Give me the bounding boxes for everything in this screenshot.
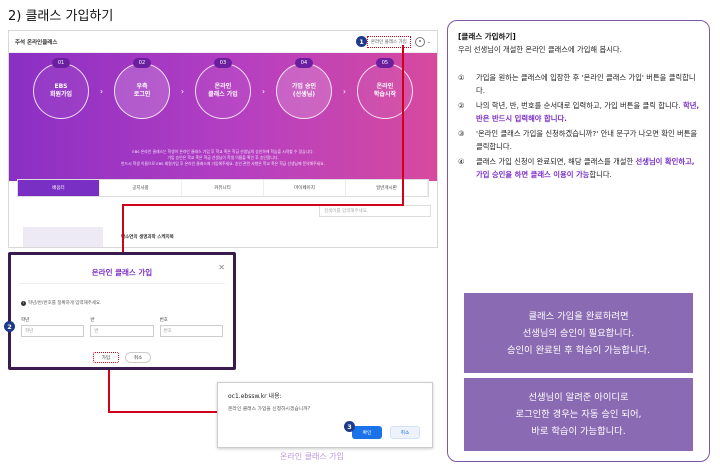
class-input[interactable]: 반 — [90, 325, 154, 337]
connector-line — [108, 411, 218, 413]
list-item: ② 나의 학년, 반, 번호를 순서대로 입력하고, 가입 버튼을 클릭 합니다… — [458, 101, 700, 123]
instruction-panel: [클래스 가입하기] 우리 선생님이 개설한 온라인 클래스에 가입해 봅시다.… — [447, 20, 710, 462]
class-thumbnail — [23, 227, 103, 247]
join-class-modal: 온라인 클래스 가입 ✕ ! 학년/반/번호를 정확하게 입력해주세요. 학년 … — [8, 252, 236, 370]
list-item: ④ 클래스 가입 신청이 완료되면, 해당 클래스를 개설한 선생님이 확인하고… — [458, 157, 695, 179]
background-text: 온라인 클래스 가입 — [280, 452, 344, 461]
section-heading: 2) 클래스 가입하기 — [8, 9, 114, 24]
modal-buttons: 가입 취소 — [11, 352, 233, 363]
guide-page: 2) 클래스 가입하기 주석 온라인클래스 온라인 클래스 가입 ⌄ 01 EB… — [0, 0, 720, 467]
step-list: ① 가입을 원하는 클래스에 입장한 후 '온라인 클래스 가입' 버튼을 클릭… — [458, 71, 701, 183]
join-class-link[interactable]: 온라인 클래스 가입 — [366, 35, 411, 48]
callout-2: 2 — [4, 321, 15, 332]
confirm-title: oc1.ebssw.kr 내용: — [228, 393, 282, 400]
tab-learning[interactable]: 배움터 — [18, 180, 100, 196]
panel-title: [클래스 가입하기] — [458, 32, 516, 41]
info-icon: ! — [21, 300, 26, 306]
banner-steps: 01 EBS 회원가입 › 02 우측 로그인 › 03 온라인 클래스 가입 … — [33, 58, 413, 119]
top-bar: 주석 온라인클래스 온라인 클래스 가입 ⌄ — [9, 31, 437, 53]
confirm-cancel-button[interactable]: 취소 — [390, 426, 420, 439]
grade-input[interactable]: 학년 — [21, 325, 85, 337]
panel-intro: 우리 선생님이 개설한 온라인 클래스에 가입해 봅시다. — [458, 45, 622, 54]
class-tabs: 배움터 공지사항 커뮤니티 마이페이지 일반게시판 — [17, 179, 429, 197]
close-icon[interactable]: ✕ — [218, 263, 225, 272]
confirm-dialog: oc1.ebssw.kr 내용: 온라인 클래스 가입을 신청하시겠습니까? 확… — [217, 382, 433, 448]
banner-step: 03 온라인 클래스 가입 — [194, 58, 251, 119]
callout-3: 3 — [344, 421, 355, 432]
number-field: 번호 번호 — [159, 317, 223, 337]
connector-line — [402, 45, 404, 205]
approval-note: 클래스 가입을 완료하려면 선생님의 승인이 필요합니다. 승인이 완료된 후 … — [464, 293, 693, 373]
divider — [19, 283, 225, 284]
chevron-down-icon[interactable]: ⌄ — [427, 39, 431, 45]
user-icon[interactable] — [414, 36, 425, 47]
callout-1: 1 — [356, 36, 367, 47]
chevron-right-icon: › — [261, 86, 266, 96]
class-field: 반 반 — [90, 317, 154, 337]
banner-step: 05 온라인 학습시작 — [356, 58, 413, 119]
tab-notice[interactable]: 공지사항 — [100, 180, 182, 196]
chevron-right-icon: › — [180, 86, 185, 96]
search-input[interactable]: 검색어를 입력해주세요. — [319, 205, 431, 217]
banner-step: 02 우측 로그인 — [113, 58, 170, 119]
connector-line — [122, 204, 404, 206]
banner-step: 04 가입 승인 (선생님) — [275, 58, 332, 119]
tab-board[interactable]: 일반게시판 — [346, 180, 428, 196]
tab-mypage[interactable]: 마이페이지 — [264, 180, 346, 196]
modal-title: 온라인 클래스 가입 — [91, 268, 153, 277]
process-banner: 01 EBS 회원가입 › 02 우측 로그인 › 03 온라인 클래스 가입 … — [9, 53, 437, 181]
tab-community[interactable]: 커뮤니티 — [182, 180, 264, 196]
modal-fields: 학년 학년 반 반 번호 번호 — [21, 317, 223, 337]
grade-field: 학년 학년 — [21, 317, 85, 337]
class-page-screenshot: 주석 온라인클래스 온라인 클래스 가입 ⌄ 01 EBS 회원가입 › 02 … — [8, 30, 438, 248]
cancel-button[interactable]: 취소 — [125, 352, 152, 363]
ok-button[interactable]: 확인 — [352, 426, 382, 439]
confirm-buttons: 확인 취소 — [352, 426, 420, 439]
connector-line — [122, 204, 124, 256]
list-item: ① 가입을 원하는 클래스에 입장한 후 '온라인 클래스 가입' 버튼을 클릭… — [458, 73, 696, 95]
site-name: 주석 온라인클래스 — [15, 39, 58, 46]
banner-notes: EBS 온라인 클래스는 학생이 온라인 클래스 가입 후 학교 혹은 학급 선… — [121, 149, 325, 167]
confirm-message: 온라인 클래스 가입을 신청하시겠습니까? — [228, 407, 311, 412]
list-item: ③ '온라인 클래스 가입을 신청하겠습니까?' 안내 문구가 나오면 확인 버… — [458, 129, 698, 151]
auto-approval-note: 선생님이 알려준 아이디로 로그인한 경우는 자동 승인 되어, 바로 학습이 … — [464, 378, 693, 451]
join-button[interactable]: 가입 — [92, 352, 119, 363]
chevron-right-icon: › — [342, 86, 347, 96]
modal-info: ! 학년/반/번호를 정확하게 입력해주세요. — [21, 300, 102, 306]
banner-step: 01 EBS 회원가입 — [33, 58, 89, 119]
number-input[interactable]: 번호 — [159, 325, 223, 337]
chevron-right-icon: › — [99, 86, 104, 96]
class-title: 박소연의 생명과학 스케치북 — [121, 235, 174, 240]
